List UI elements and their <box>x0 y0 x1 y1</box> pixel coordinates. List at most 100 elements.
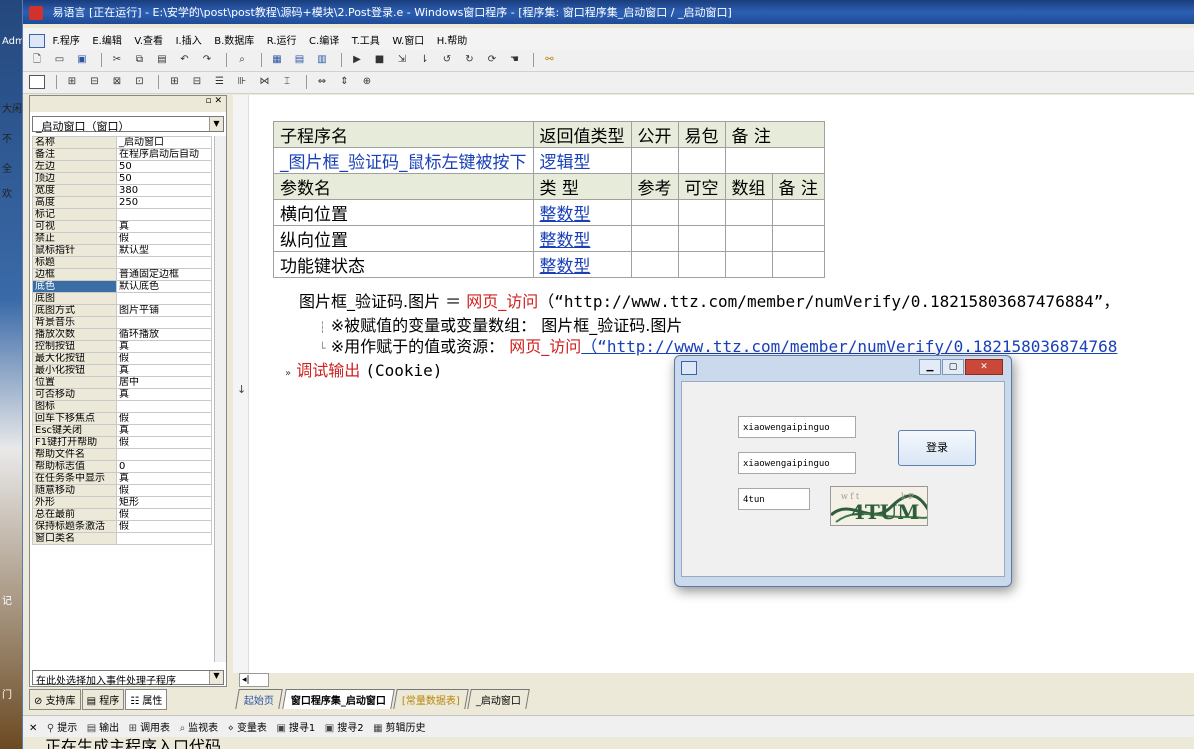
property-row[interactable]: 左边 50 <box>32 160 212 173</box>
align-icon[interactable]: ⌶ <box>279 75 295 89</box>
property-value[interactable]: 假 <box>116 352 212 365</box>
property-row[interactable]: 位置 居中 <box>32 376 212 389</box>
property-row[interactable]: 背景音乐 <box>32 316 212 329</box>
username-field[interactable]: xiaowengaipinguo <box>738 416 856 438</box>
property-value[interactable]: 循环播放 <box>116 328 212 341</box>
menu-window[interactable]: W.窗口 <box>392 32 424 47</box>
property-value[interactable] <box>116 292 212 305</box>
tab-hint[interactable]: ⚲ 提示 <box>47 719 77 734</box>
layout-icon[interactable]: ▦ <box>269 53 285 67</box>
align-icon[interactable]: ⊡ <box>132 75 148 89</box>
property-value[interactable]: 默认型 <box>116 244 212 257</box>
param-type[interactable]: 整数型 <box>532 251 632 278</box>
property-row[interactable]: 总在最前假 <box>32 508 212 521</box>
align-icon[interactable]: ⊞ <box>64 75 80 89</box>
password-field[interactable]: xiaowengaipinguo <box>738 452 856 474</box>
pin-icon[interactable]: ▫ <box>205 96 211 106</box>
property-value[interactable]: 假 <box>116 436 212 449</box>
event-selector[interactable]: 在此处选择加入事件处理子程序 ▼ <box>32 670 224 687</box>
property-row[interactable]: 名称 _启动窗口 <box>32 136 212 149</box>
align-icon[interactable]: ⊟ <box>189 75 205 89</box>
tab-start-window[interactable]: _启动窗口 <box>467 689 531 709</box>
property-row[interactable]: 高度 250 <box>32 196 212 209</box>
property-row[interactable]: 标记 <box>32 208 212 221</box>
step-icon[interactable]: ⇂ <box>417 53 433 67</box>
layout-icon[interactable]: ▤ <box>292 53 308 67</box>
subroutine-name[interactable]: _图片框_验证码_鼠标左键被按下 <box>273 147 534 174</box>
property-value[interactable]: 默认底色 <box>116 280 212 293</box>
find-icon[interactable]: ⌕ <box>234 53 250 67</box>
param-row[interactable]: 横向位置 整数型 <box>273 199 825 226</box>
run-icon[interactable]: ▶ <box>349 53 365 67</box>
menu-view[interactable]: V.查看 <box>134 32 163 47</box>
property-value[interactable] <box>116 532 212 545</box>
param-type[interactable]: 整数型 <box>532 199 632 226</box>
tab-search-1[interactable]: ▣ 搜寻1 <box>276 719 315 734</box>
menu-edit[interactable]: E.编辑 <box>92 32 122 47</box>
login-button[interactable]: 登录 <box>898 430 976 466</box>
menu-help[interactable]: H.帮助 <box>437 32 468 47</box>
binoculars-icon[interactable]: ⚯ <box>542 53 558 67</box>
property-row[interactable]: 帮助标志值 0 <box>32 460 212 473</box>
property-value[interactable]: 真 <box>116 364 212 377</box>
center-icon[interactable]: ⊕ <box>359 75 375 89</box>
property-row[interactable]: 禁止假 <box>32 232 212 245</box>
property-row[interactable]: 随意移动假 <box>32 484 212 497</box>
property-row[interactable]: 在任务条中显示真 <box>32 472 212 485</box>
scrollbar[interactable] <box>214 136 226 662</box>
property-value[interactable] <box>116 316 212 329</box>
property-value[interactable]: 380 <box>116 184 212 197</box>
property-value[interactable]: 在程序启动后自动 <box>116 148 212 161</box>
param-name[interactable]: 功能键状态 <box>273 251 534 278</box>
horizontal-scrollbar[interactable]: ◂| <box>239 673 269 687</box>
step-icon[interactable]: ↺ <box>439 53 455 67</box>
step-icon[interactable]: ⟳ <box>484 53 500 67</box>
layout-icon[interactable]: ▥ <box>314 53 330 67</box>
property-row[interactable]: Esc键关闭真 <box>32 424 212 437</box>
size-icon[interactable]: ⇔ <box>314 75 330 89</box>
align-icon[interactable]: ⊞ <box>167 75 183 89</box>
property-value[interactable]: 真 <box>116 340 212 353</box>
close-icon[interactable]: ✕ <box>29 723 37 734</box>
captcha-input[interactable]: 4tun <box>738 488 810 510</box>
property-row[interactable]: 回车下移焦点假 <box>32 412 212 425</box>
menu-run[interactable]: R.运行 <box>267 32 297 47</box>
param-type[interactable]: 整数型 <box>532 225 632 252</box>
property-row[interactable]: 底色 默认底色 <box>32 280 212 293</box>
table-cell[interactable] <box>677 147 726 174</box>
property-value[interactable]: 0 <box>116 460 212 473</box>
param-name[interactable]: 纵向位置 <box>273 225 534 252</box>
step-icon[interactable]: ⇲ <box>394 53 410 67</box>
stop-icon[interactable]: ■ <box>372 53 388 67</box>
copy-icon[interactable]: ⧉ <box>132 53 148 67</box>
chevron-down-icon[interactable]: ▼ <box>209 671 223 684</box>
property-value[interactable]: 50 <box>116 160 212 173</box>
minimize-icon[interactable]: ▁ <box>919 359 941 375</box>
align-icon[interactable]: ⊟ <box>87 75 103 89</box>
tab-program[interactable]: ▤ 程序 <box>81 689 125 710</box>
table-cell[interactable] <box>630 147 679 174</box>
property-row[interactable]: F1键打开帮助假 <box>32 436 212 449</box>
tab-watch-table[interactable]: ⌕ 监视表 <box>180 719 219 734</box>
undo-icon[interactable]: ↶ <box>177 53 193 67</box>
table-cell[interactable] <box>724 147 825 174</box>
property-row[interactable]: 可视真 <box>32 220 212 233</box>
open-folder-icon[interactable]: ▭ <box>52 53 68 67</box>
property-value[interactable]: 真 <box>116 472 212 485</box>
property-row[interactable]: 保持标题条激活假 <box>32 520 212 533</box>
property-value[interactable]: 假 <box>116 484 212 497</box>
property-value[interactable]: 假 <box>116 520 212 533</box>
property-value[interactable]: 真 <box>116 220 212 233</box>
property-row[interactable]: 备注 在程序启动后自动 <box>32 148 212 161</box>
property-value[interactable] <box>116 256 212 269</box>
align-icon[interactable]: ⋈ <box>257 75 273 89</box>
property-row[interactable]: 帮助文件名 <box>32 448 212 461</box>
paste-icon[interactable]: ▤ <box>154 53 170 67</box>
close-icon[interactable]: ✕ <box>965 359 1003 375</box>
property-row[interactable]: 最小化按钮真 <box>32 364 212 377</box>
save-icon[interactable]: ▣ <box>74 53 90 67</box>
tab-search-2[interactable]: ▣ 搜寻2 <box>325 719 364 734</box>
property-value[interactable]: 真 <box>116 388 212 401</box>
tab-support-library[interactable]: ⊘ 支持库 <box>29 689 81 710</box>
property-row[interactable]: 控制按钮真 <box>32 340 212 353</box>
